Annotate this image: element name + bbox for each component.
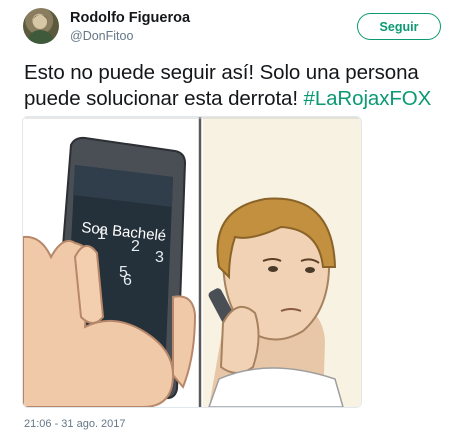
tweet-text: Esto no puede seguir así! Solo una perso… [24,60,454,112]
avatar-photo [27,15,55,44]
person-illustration [208,197,344,407]
author-name[interactable]: Rodolfo Figueroa [70,10,190,26]
svg-text:1: 1 [97,226,106,243]
avatar[interactable] [23,8,59,44]
comic-image: Soa Bachelé 4 5 1 2 3 6 7 [23,117,361,407]
author-handle[interactable]: @DonFitoo [70,29,133,43]
svg-text:3: 3 [155,249,164,266]
svg-text:2: 2 [131,238,140,255]
hashtag-link[interactable]: #LaRojaxFOX [304,87,432,110]
follow-button[interactable]: Seguir [357,13,441,40]
tweet-media[interactable]: Soa Bachelé 4 5 1 2 3 6 7 [22,116,362,408]
timestamp[interactable]: 21:06 - 31 ago. 2017 [24,418,126,430]
svg-text:6: 6 [123,272,132,289]
